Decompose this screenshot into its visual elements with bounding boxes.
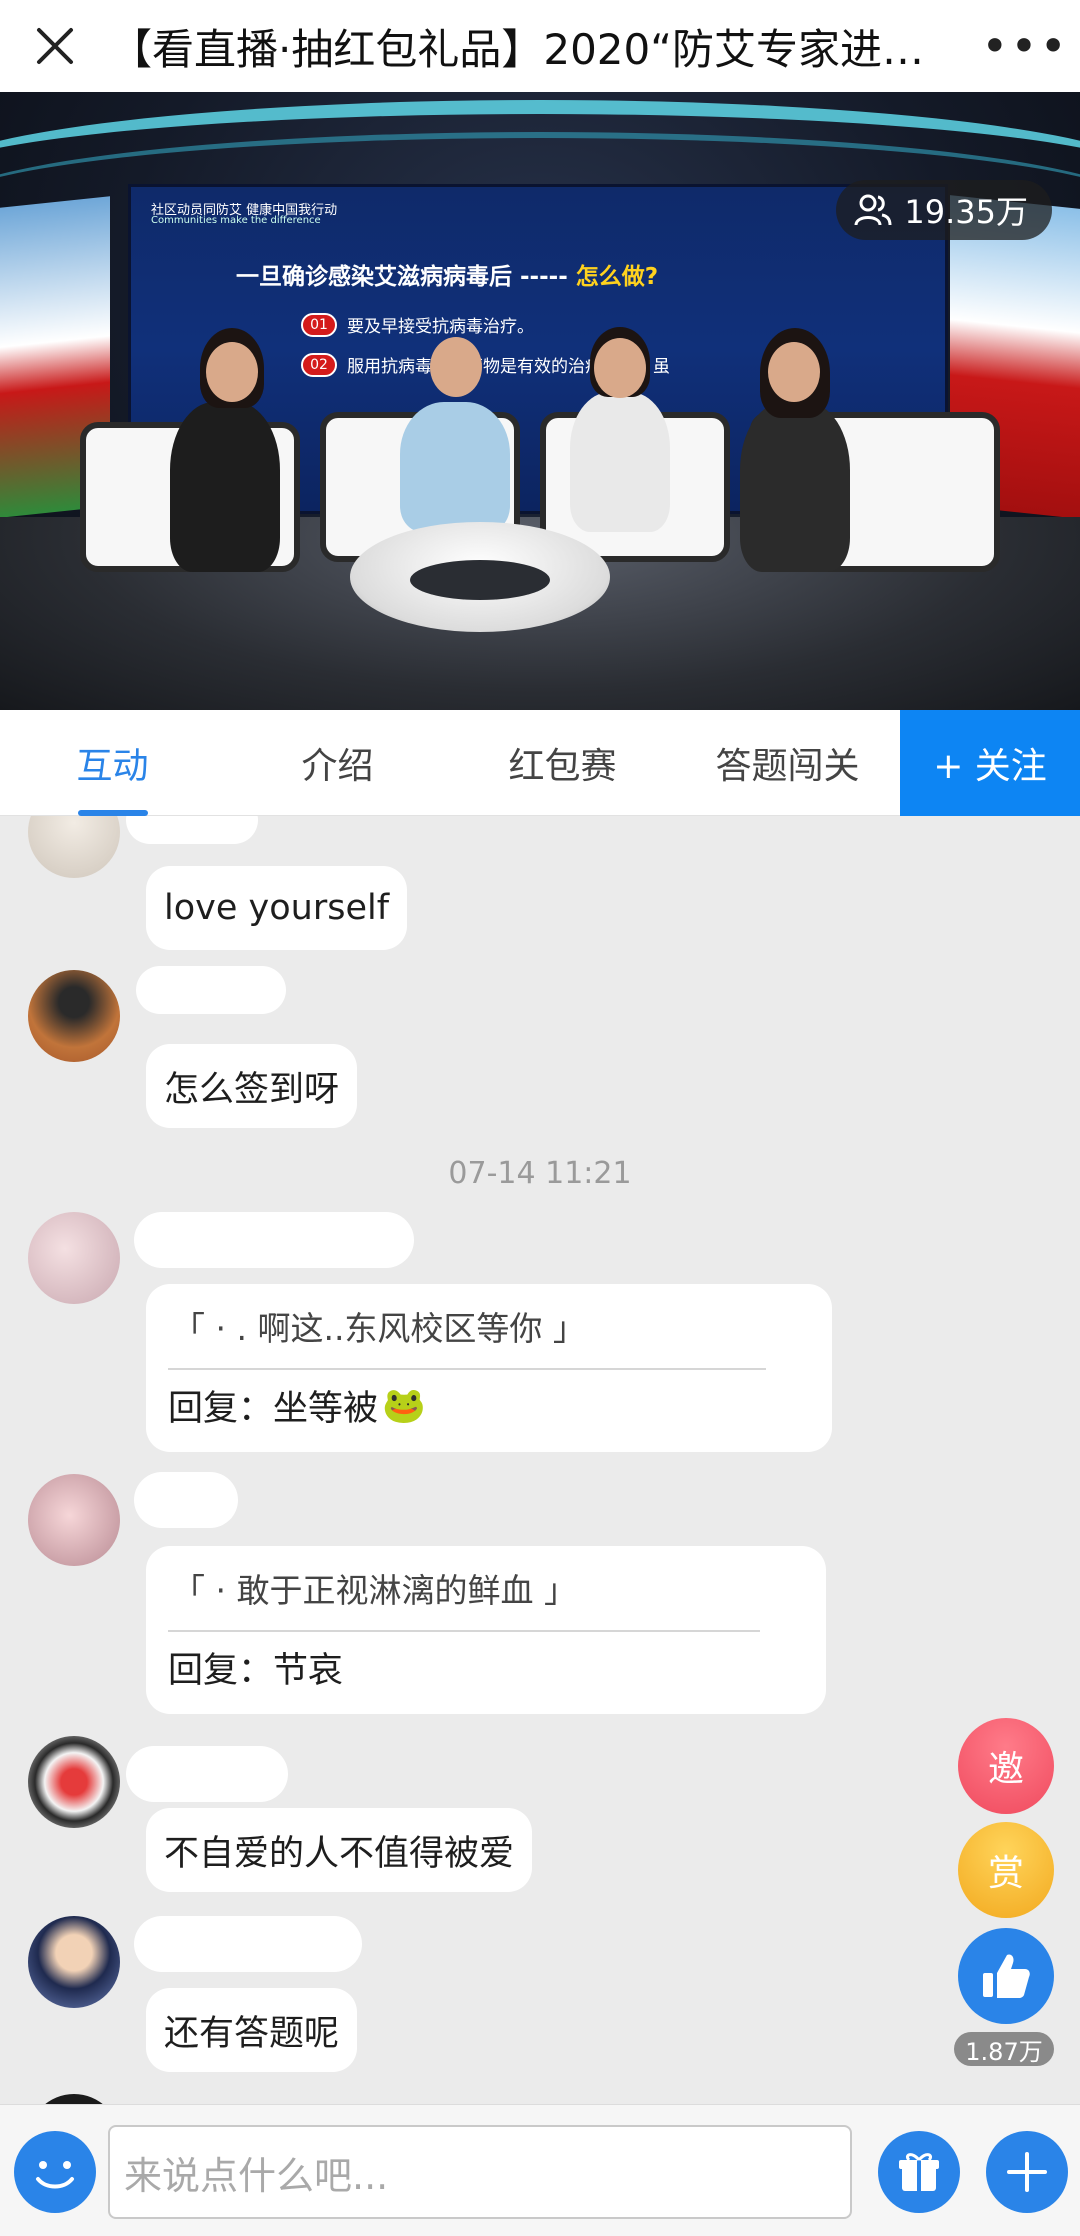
viewer-count-badge: 19.35万	[836, 180, 1052, 240]
chat-timestamp: 07-14 11:21	[448, 1156, 632, 1191]
close-icon	[37, 28, 73, 64]
tab-interaction[interactable]: 互动	[0, 710, 225, 816]
screen-point: 01 要及早接受抗病毒治疗。	[301, 312, 534, 337]
reward-label: 赏	[987, 1853, 1024, 1894]
guest-1	[170, 402, 280, 572]
avatar[interactable]	[28, 1474, 120, 1566]
plus-icon	[1007, 2152, 1047, 2192]
avatar[interactable]	[28, 1212, 120, 1304]
guest-2	[400, 402, 510, 532]
avatar[interactable]	[28, 1736, 120, 1828]
screen-title-highlight: 怎么做?	[575, 264, 659, 290]
comment-input[interactable]: 来说点什么吧...	[108, 2125, 852, 2219]
screen-heading-en: Communities make the difference	[151, 215, 321, 226]
live-video[interactable]: 社区动员同防艾 健康中国我行动 Communities make the dif…	[0, 92, 1080, 710]
guest-3	[570, 392, 670, 532]
more-button[interactable]: •••	[970, 0, 1080, 92]
like-count: 1.87万	[954, 2032, 1054, 2066]
username-pill	[126, 816, 258, 844]
people-icon	[854, 194, 892, 226]
reply-message: 「 · 敢于正视淋漓的鲜血 」 回复：节哀	[146, 1546, 826, 1714]
tab-introduction[interactable]: 介绍	[225, 710, 450, 816]
viewer-count: 19.35万	[904, 193, 1028, 231]
guest-2-head	[430, 337, 482, 397]
reply-text: 回复：节哀	[168, 1651, 344, 1691]
reply-text-content: 回复：坐等被	[168, 1389, 379, 1429]
username-pill	[134, 1212, 414, 1268]
composer-bar: 来说点什么吧...	[0, 2104, 1080, 2236]
smiley-icon	[36, 2161, 74, 2189]
top-bar: 【看直播·抽红包礼品】2020“防艾专家进… •••	[0, 0, 1080, 92]
point-number: 02	[301, 352, 337, 377]
gift-button[interactable]	[878, 2131, 960, 2213]
follow-button[interactable]: + 关注	[900, 710, 1080, 816]
username-pill	[126, 1746, 288, 1802]
chat-message: 不自爱的人不值得被爱	[146, 1808, 533, 1892]
invite-label: 邀	[987, 1749, 1024, 1790]
screen-title-prefix: 一旦确诊感染艾滋病病毒后 -----	[236, 264, 568, 290]
gift-icon	[899, 2153, 939, 2191]
avatar[interactable]	[28, 2094, 120, 2104]
guest-1-head	[206, 342, 258, 402]
reply-divider	[168, 1368, 766, 1370]
tab-quiz[interactable]: 答题闯关	[675, 710, 900, 816]
page-title: 【看直播·抽红包礼品】2020“防艾专家进…	[110, 24, 924, 74]
chat-message: 怎么签到呀	[146, 1044, 358, 1128]
invite-button[interactable]: 邀	[958, 1718, 1054, 1814]
close-button[interactable]	[0, 0, 110, 92]
reply-text: 回复：坐等被 🐸	[168, 1380, 426, 1431]
emoji-button[interactable]	[14, 2131, 96, 2213]
host-head	[768, 342, 820, 402]
username-pill	[134, 1472, 238, 1528]
tab-bar: 互动 介绍 红包赛 答题闯关 + 关注	[0, 710, 1080, 816]
avatar[interactable]	[28, 1916, 120, 2008]
reward-button[interactable]: 赏	[958, 1822, 1054, 1918]
frog-emoji-icon: 🐸	[382, 1386, 426, 1426]
guest-3-head	[594, 338, 646, 398]
more-actions-button[interactable]	[986, 2131, 1068, 2213]
chat-message: love yourself	[146, 866, 408, 950]
point-text: 要及早接受抗病毒治疗。	[347, 317, 534, 337]
point-number: 01	[301, 312, 337, 337]
tab-red-packet-contest[interactable]: 红包赛	[450, 710, 675, 816]
reply-divider	[168, 1630, 760, 1632]
quoted-text: 「 · . 啊这..东风校区等你 」	[172, 1309, 586, 1348]
avatar[interactable]	[28, 816, 120, 878]
like-button[interactable]	[958, 1928, 1054, 2024]
coffee-table-base	[410, 560, 550, 600]
screen-title: 一旦确诊感染艾滋病病毒后 ----- 怎么做?	[236, 257, 658, 291]
thumbs-up-icon	[983, 1954, 1030, 1998]
username-pill	[134, 1916, 362, 1972]
avatar[interactable]	[28, 970, 120, 1062]
quoted-text: 「 · 敢于正视淋漓的鲜血 」	[172, 1571, 577, 1610]
chat-message: 还有答题呢	[146, 1988, 358, 2072]
more-dots-icon: •••	[981, 19, 1069, 73]
chat-list[interactable]: love yourself 怎么签到呀 07-14 11:21 「 · . 啊这…	[0, 816, 1080, 2104]
host	[740, 402, 850, 572]
reply-message: 「 · . 啊这..东风校区等你 」 回复：坐等被 🐸	[146, 1284, 832, 1452]
username-pill	[136, 966, 286, 1014]
